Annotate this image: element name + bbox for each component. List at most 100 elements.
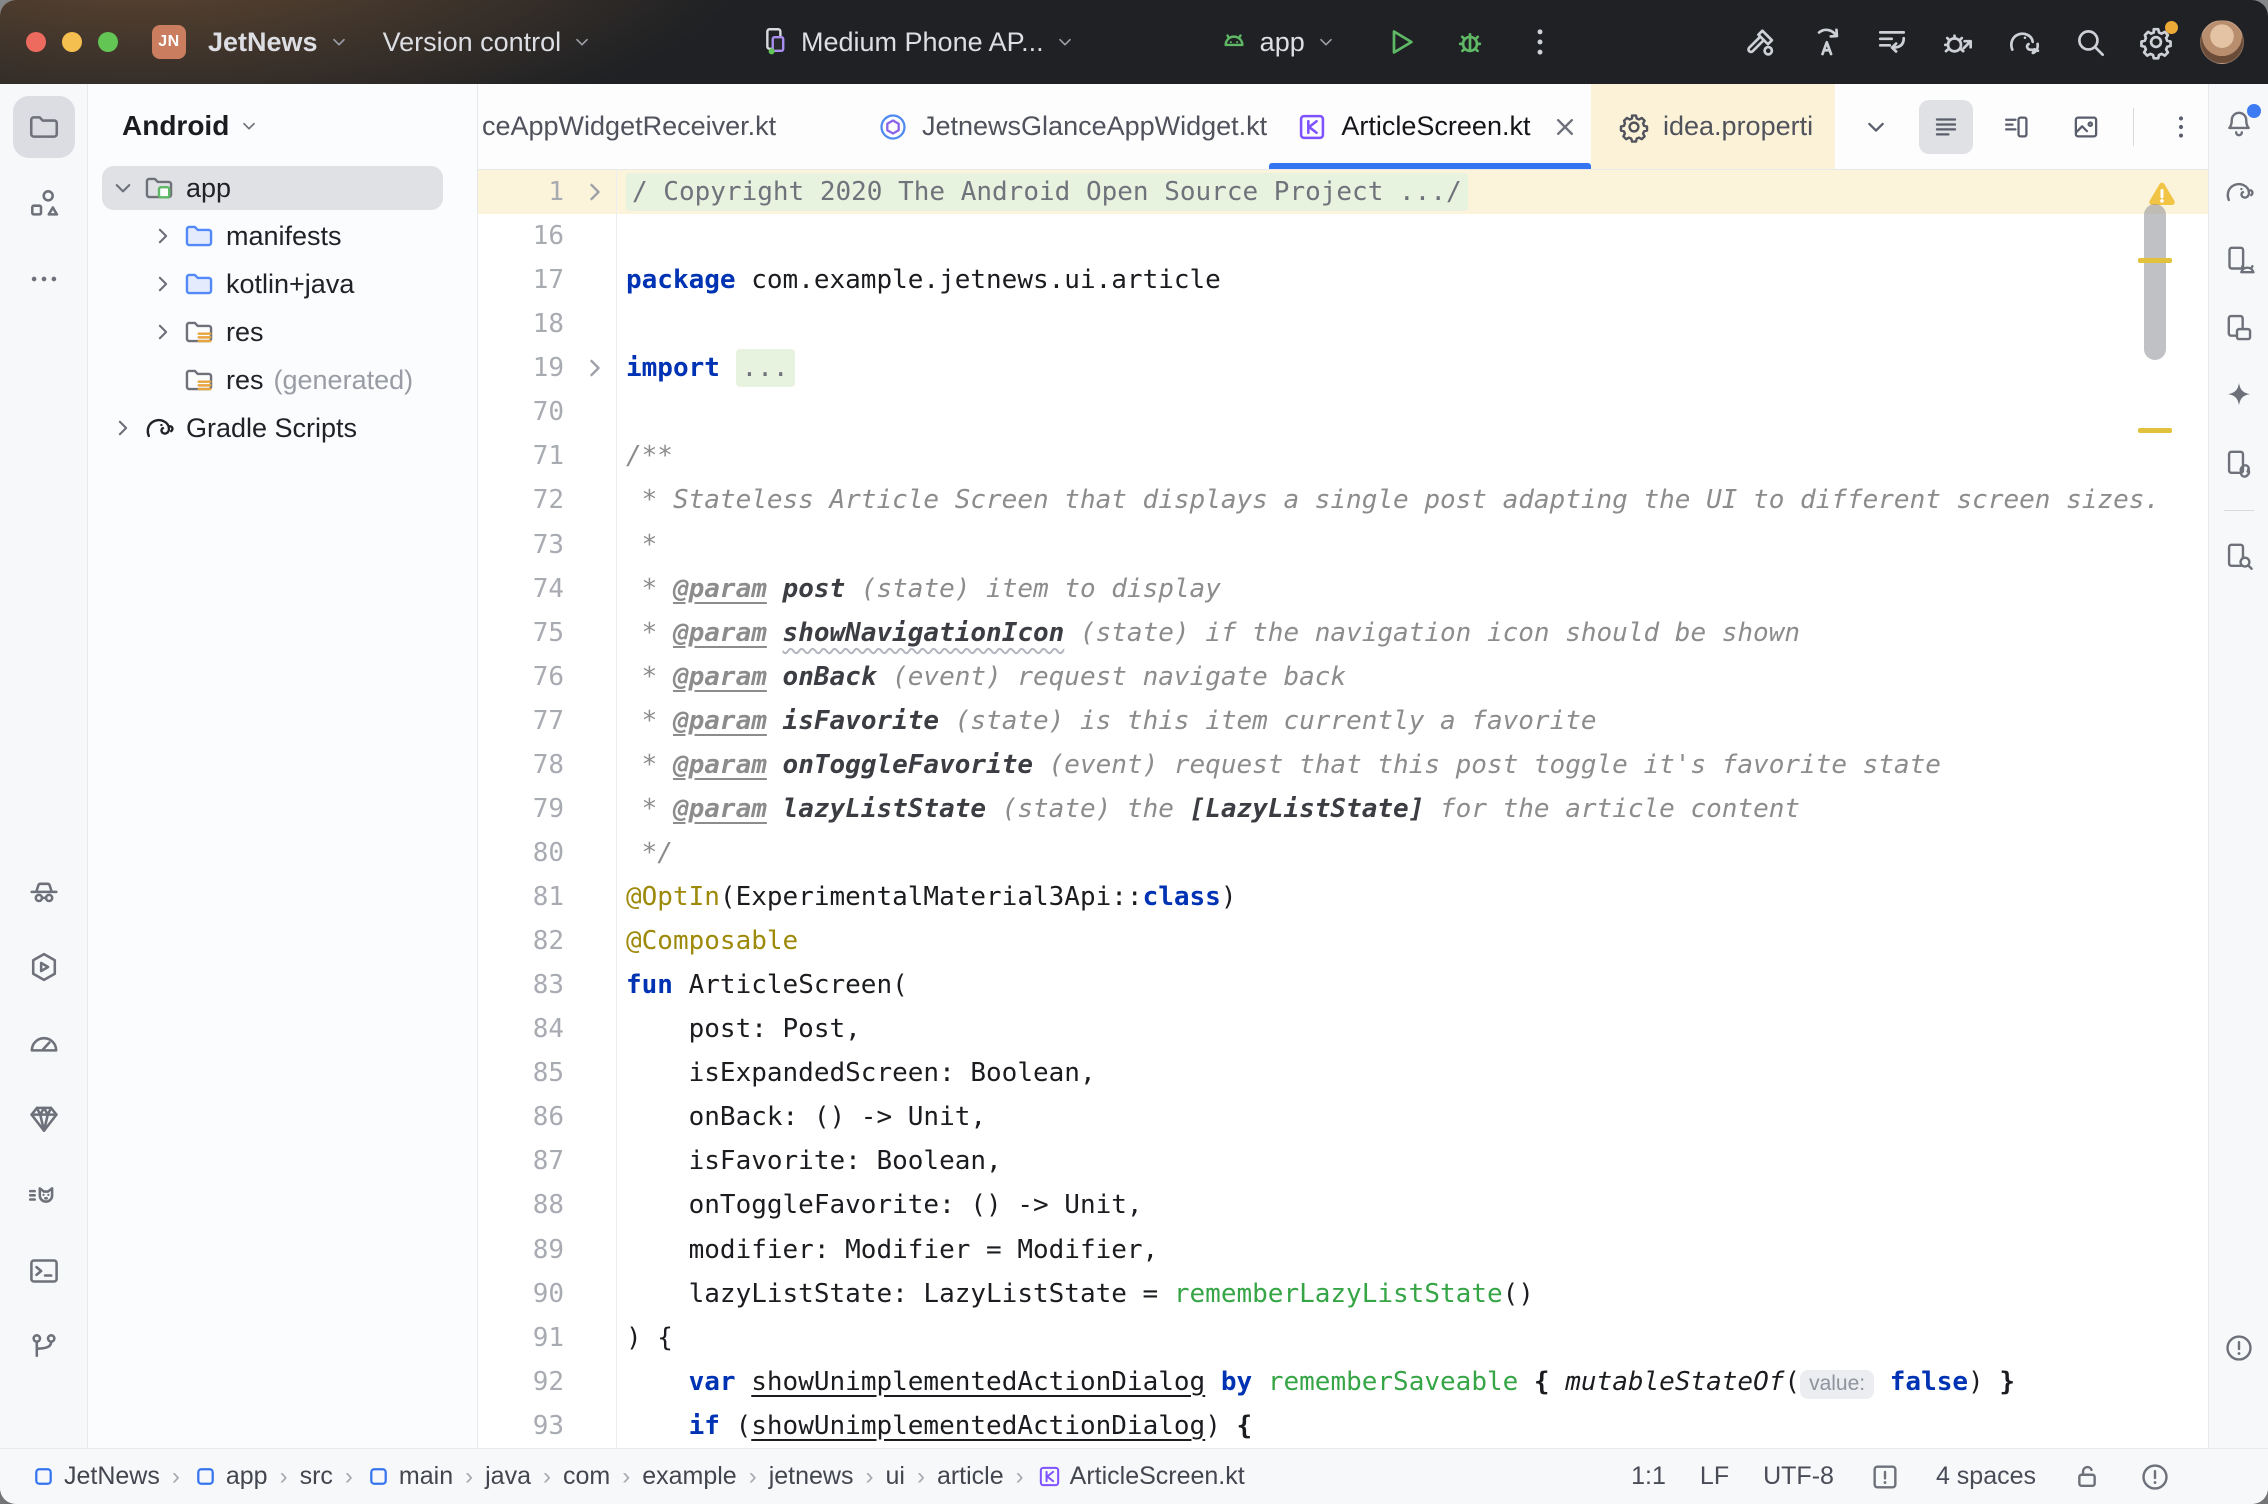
more-tool-windows-button[interactable] — [13, 248, 75, 310]
more-run-options-button[interactable] — [1512, 14, 1568, 70]
line-number: 1 — [478, 170, 574, 214]
vcs-menu-button[interactable]: Version control — [373, 21, 605, 64]
project-button[interactable] — [13, 96, 75, 158]
caret-position[interactable]: 1:1 — [1631, 1462, 1666, 1491]
breadcrumb-item-java[interactable]: java — [485, 1462, 531, 1491]
code-line: 93 if (showUnimplementedActionDialog) { — [478, 1404, 2208, 1448]
breadcrumb-label: jetnews — [769, 1462, 854, 1491]
problems-button[interactable] — [2215, 1324, 2263, 1372]
chevron-down-icon[interactable] — [108, 171, 138, 205]
indent-size[interactable]: 4 spaces — [1936, 1462, 2036, 1491]
tree-item-gradle-scripts[interactable]: Gradle Scripts — [88, 404, 477, 452]
indent-alert-icon[interactable] — [1868, 1460, 1902, 1494]
breadcrumb-label: ArticleScreen.kt — [1070, 1462, 1245, 1491]
compose-icon — [876, 110, 910, 144]
ellipsis-icon — [26, 261, 62, 297]
breadcrumb-item-app[interactable]: app — [192, 1462, 268, 1491]
play-icon — [1381, 23, 1419, 61]
chevron-right-icon[interactable] — [148, 267, 178, 301]
tree-item-app[interactable]: app — [88, 164, 477, 212]
fold-gutter — [574, 1360, 616, 1404]
run-configuration-selector[interactable]: app — [1207, 19, 1348, 65]
tab-jetnewsglanceappwidget-kt[interactable]: JetnewsGlanceAppWidget.kt — [850, 84, 1269, 169]
view-code-button[interactable] — [1919, 100, 1973, 154]
logcat-button[interactable] — [13, 1164, 75, 1226]
tree-item-kotlin-java[interactable]: kotlin+java — [88, 260, 477, 308]
tree-item-res[interactable]: res — [88, 308, 477, 356]
problem-icon — [2222, 1331, 2256, 1365]
settings-button[interactable] — [2128, 14, 2184, 70]
running-devices-button[interactable] — [2215, 304, 2263, 352]
fold-gutter[interactable] — [574, 170, 616, 214]
close-icon[interactable] — [1548, 110, 1582, 144]
editor-scrollbar[interactable] — [2144, 204, 2166, 360]
fold-arrow-icon[interactable] — [578, 351, 612, 385]
tab-list-dropdown-button[interactable] — [1849, 100, 1903, 154]
tab-ceappwidgetreceiver-kt[interactable]: ceAppWidgetReceiver.kt — [478, 84, 850, 169]
editor-options-button[interactable] — [2154, 100, 2208, 154]
tree-item-manifests[interactable]: manifests — [88, 212, 477, 260]
gemini-button[interactable] — [2215, 372, 2263, 420]
app-inspection-button[interactable] — [13, 1088, 75, 1150]
line-number: 71 — [478, 434, 574, 478]
version-control-tool-button[interactable] — [13, 1316, 75, 1378]
breadcrumb-item-src[interactable]: src — [300, 1462, 333, 1491]
profiler-button[interactable] — [13, 1012, 75, 1074]
debug-button[interactable] — [1442, 14, 1498, 70]
breadcrumb-label: ui — [885, 1462, 904, 1491]
unlock-icon[interactable] — [2070, 1460, 2104, 1494]
view-split-button[interactable] — [1989, 100, 2043, 154]
gradle-sync-button[interactable] — [1996, 14, 2052, 70]
maximize-window-button[interactable] — [98, 32, 118, 52]
resource-manager-button[interactable] — [13, 172, 75, 234]
minimize-window-button[interactable] — [62, 32, 82, 52]
breadcrumb-item-ui[interactable]: ui — [885, 1462, 904, 1491]
fold-arrow-icon[interactable] — [578, 175, 612, 209]
sync-rename-button[interactable] — [1798, 14, 1854, 70]
device-mirroring-button[interactable] — [2215, 440, 2263, 488]
breadcrumb-label: java — [485, 1462, 531, 1491]
chevron-right-icon[interactable] — [108, 411, 138, 445]
breadcrumb-item-com[interactable]: com — [563, 1462, 610, 1491]
fold-gutter — [574, 523, 616, 567]
run-button[interactable] — [1372, 14, 1428, 70]
tab-articlescreen-kt[interactable]: ArticleScreen.kt — [1269, 84, 1591, 169]
cat-icon — [26, 1177, 62, 1213]
breadcrumb-item-articlescreen-kt[interactable]: ArticleScreen.kt — [1036, 1462, 1245, 1491]
breadcrumb-item-article[interactable]: article — [937, 1462, 1004, 1491]
problem-icon[interactable] — [2138, 1460, 2172, 1494]
encoding[interactable]: UTF-8 — [1763, 1462, 1834, 1491]
attach-debugger-button[interactable] — [1930, 14, 1986, 70]
chevron-right-icon[interactable] — [148, 315, 178, 349]
app-quality-insights-button[interactable] — [13, 860, 75, 922]
device-manager-button[interactable] — [2215, 236, 2263, 284]
line-number: 91 — [478, 1316, 574, 1360]
project-selector[interactable]: JetNews — [198, 21, 361, 64]
breadcrumb-item-jetnews[interactable]: jetnews — [769, 1462, 854, 1491]
project-view-selector[interactable]: Android — [88, 98, 477, 154]
breadcrumb-item-main[interactable]: main — [365, 1462, 453, 1491]
view-design-button[interactable] — [2059, 100, 2113, 154]
breadcrumb-item-example[interactable]: example — [642, 1462, 737, 1491]
recent-changes-button[interactable] — [1864, 14, 1920, 70]
notifications-button[interactable] — [2215, 100, 2263, 148]
search-everywhere-button[interactable] — [2062, 14, 2118, 70]
run-tool-button[interactable] — [13, 936, 75, 998]
fold-gutter — [574, 390, 616, 434]
code-editor[interactable]: 1 / Copyright 2020 The Android Open Sour… — [478, 170, 2208, 1448]
device-explorer-button[interactable] — [2215, 533, 2263, 581]
tab-idea-properti[interactable]: idea.properti — [1591, 84, 1835, 169]
line-ending[interactable]: LF — [1700, 1462, 1729, 1491]
device-selector[interactable]: Medium Phone AP... — [748, 19, 1087, 65]
breadcrumb-item-jetnews[interactable]: JetNews — [30, 1462, 160, 1491]
fold-gutter[interactable] — [574, 346, 616, 390]
terminal-button[interactable] — [13, 1240, 75, 1302]
gradle-button[interactable] — [2215, 168, 2263, 216]
chevron-right-icon[interactable] — [148, 219, 178, 253]
titlebar: JN JetNews Version control Medium Phone … — [0, 0, 2268, 84]
a-sync-icon — [1807, 23, 1845, 61]
tree-item-res[interactable]: res (generated) — [88, 356, 477, 404]
profile-button[interactable] — [2194, 14, 2250, 70]
build-button[interactable] — [1732, 14, 1788, 70]
close-window-button[interactable] — [26, 32, 46, 52]
